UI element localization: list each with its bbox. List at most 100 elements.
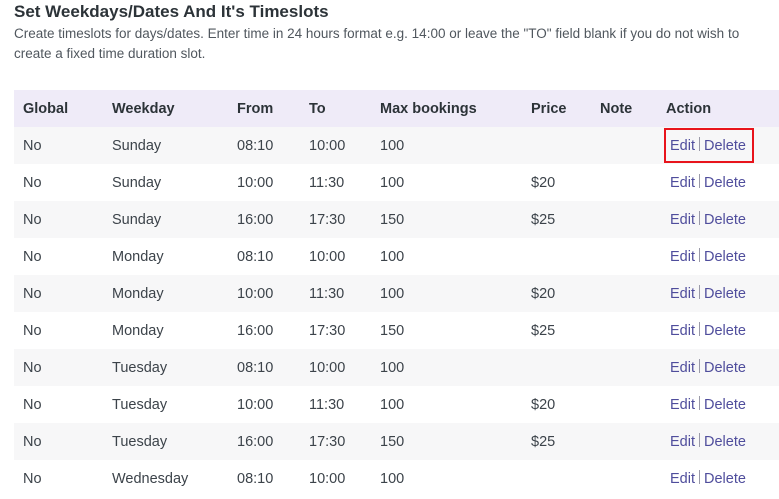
cell-weekday: Monday [112,248,164,265]
edit-link[interactable]: Edit [670,434,695,450]
table-row: No Sunday 10:00 11:30 100 $20 Edit Delete [14,164,779,201]
delete-link[interactable]: Delete [704,212,746,228]
cell-from: 16:00 [237,211,274,228]
cell-global: No [23,137,42,154]
cell-max-bookings: 100 [380,137,405,154]
cell-price: $20 [531,285,556,302]
edit-link[interactable]: Edit [670,138,695,154]
delete-link[interactable]: Delete [704,360,746,376]
table-row: No Tuesday 10:00 11:30 100 $20 Edit Delete [14,386,779,423]
cell-price [531,127,600,164]
cell-from: 08:10 [237,248,274,265]
cell-note [600,386,666,423]
cell-global: No [23,470,42,487]
edit-link[interactable]: Edit [670,360,695,376]
table-row: No Sunday 08:10 10:00 100 Edit Delete [14,127,779,164]
cell-to: 17:30 [309,322,346,339]
cell-to: 10:00 [309,359,346,376]
cell-from: 16:00 [237,433,274,450]
row-actions: Edit Delete [670,395,746,413]
delete-link[interactable]: Delete [704,397,746,413]
table-row: No Tuesday 16:00 17:30 150 $25 Edit Delete [14,423,779,460]
column-header-price: Price [531,100,567,117]
cell-price: $20 [531,396,556,413]
cell-from: 08:10 [237,470,274,487]
table-row: No Monday 10:00 11:30 100 $20 Edit Delete [14,275,779,312]
delete-link[interactable]: Delete [704,175,746,191]
cell-price [531,460,600,497]
table-row: No Monday 16:00 17:30 150 $25 Edit Delete [14,312,779,349]
cell-weekday: Sunday [112,211,162,228]
cell-price: $25 [531,211,556,228]
delete-link[interactable]: Delete [704,471,746,487]
cell-from: 08:10 [237,137,274,154]
delete-link[interactable]: Delete [704,323,746,339]
action-separator [699,284,700,299]
cell-note [600,349,666,386]
edit-link[interactable]: Edit [670,323,695,339]
cell-global: No [23,433,42,450]
timeslots-table: Global Weekday From To Max bookings Pric… [14,90,779,497]
timeslots-table-wrapper: Global Weekday From To Max bookings Pric… [14,90,779,497]
action-separator [699,432,700,447]
cell-max-bookings: 150 [380,322,405,339]
column-header-global: Global [23,100,69,117]
cell-weekday: Tuesday [112,433,168,450]
cell-note [600,201,666,238]
table-row: No Sunday 16:00 17:30 150 $25 Edit Delete [14,201,779,238]
cell-max-bookings: 100 [380,359,405,376]
cell-to: 10:00 [309,470,346,487]
edit-link[interactable]: Edit [670,471,695,487]
cell-weekday: Tuesday [112,359,168,376]
delete-link[interactable]: Delete [704,249,746,265]
cell-note [600,127,666,164]
cell-from: 08:10 [237,359,274,376]
row-actions: Edit Delete [670,469,746,487]
cell-global: No [23,248,42,265]
delete-link[interactable]: Delete [704,138,746,154]
cell-global: No [23,322,42,339]
cell-from: 10:00 [237,174,274,191]
cell-action: Edit Delete [666,386,779,423]
table-row: No Wednesday 08:10 10:00 100 Edit Delete [14,460,779,497]
action-separator [699,210,700,225]
cell-from: 16:00 [237,322,274,339]
cell-price: $20 [531,174,556,191]
row-actions: Edit Delete [670,284,746,302]
row-actions: Edit Delete [670,358,746,376]
page-description: Create timeslots for days/dates. Enter t… [14,26,740,61]
cell-action: Edit Delete [664,127,779,164]
row-actions: Edit Delete [670,247,746,265]
edit-link[interactable]: Edit [670,175,695,191]
cell-price [531,238,600,275]
table-body: No Sunday 08:10 10:00 100 Edit Delete No Sunday 1… [14,127,779,497]
cell-price: $25 [531,433,556,450]
action-separator [699,247,700,262]
cell-note [600,460,666,497]
cell-action: Edit Delete [666,423,779,460]
cell-note [600,238,666,275]
cell-weekday: Monday [112,322,164,339]
cell-to: 17:30 [309,211,346,228]
action-separator [699,469,700,484]
cell-global: No [23,285,42,302]
cell-global: No [23,396,42,413]
delete-link[interactable]: Delete [704,434,746,450]
edit-link[interactable]: Edit [670,286,695,302]
edit-link[interactable]: Edit [670,397,695,413]
cell-weekday: Monday [112,285,164,302]
cell-to: 11:30 [309,285,345,302]
cell-to: 10:00 [309,137,346,154]
delete-link[interactable]: Delete [704,286,746,302]
cell-note [600,275,666,312]
action-separator [699,395,700,410]
cell-action: Edit Delete [666,312,779,349]
cell-to: 11:30 [309,174,345,191]
edit-link[interactable]: Edit [670,249,695,265]
cell-to: 11:30 [309,396,345,413]
column-header-action: Action [666,100,712,117]
edit-link[interactable]: Edit [670,212,695,228]
cell-weekday: Sunday [112,137,162,154]
timeslots-page: Set Weekdays/Dates And It's Timeslots Cr… [0,0,779,499]
cell-max-bookings: 150 [380,211,405,228]
